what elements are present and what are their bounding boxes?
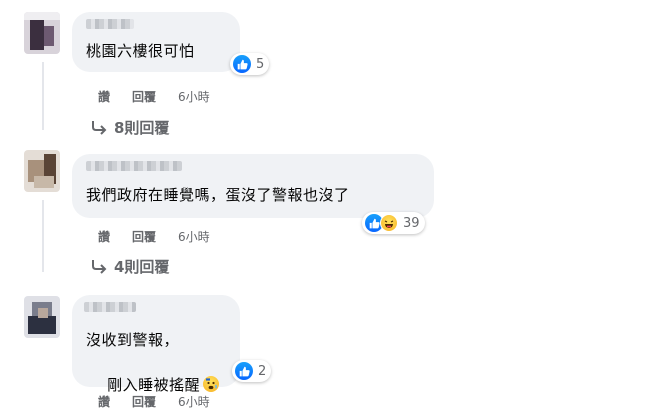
comment-bubble: 我們政府在睡覺嗎，蛋沒了警報也沒了 [72,154,434,218]
reply-arrow-icon [92,259,107,274]
comment-text: 桃園六樓很可怕 [86,42,195,60]
comment-text-line: 沒收到警報， [86,331,180,349]
reply-action[interactable]: 回覆 [132,393,156,410]
like-icon [233,55,251,73]
timestamp[interactable]: 6小時 [178,393,210,410]
view-replies-label: 8則回覆 [114,119,170,137]
reply-action[interactable]: 回覆 [132,228,156,245]
commenter-name-redacted[interactable] [86,19,134,29]
comment-actions: 讚 回覆 6小時 [98,228,210,245]
comment-text-line2: 剛入睡被搖醒 [107,376,201,394]
thread-line [42,62,44,130]
comment-text: 我們政府在睡覺嗎，蛋沒了警報也沒了 [86,186,350,204]
reaction-summary[interactable]: 5 [230,53,270,75]
reaction-count: 39 [403,215,420,231]
comment-actions: 讚 回覆 6小時 [98,393,210,410]
reply-action[interactable]: 回覆 [132,88,156,105]
reaction-summary[interactable]: 39 [362,212,425,234]
thread-line [42,200,44,272]
comment-bubble: 沒收到警報， 剛入睡被搖醒 [72,295,240,394]
like-action[interactable]: 讚 [98,88,110,105]
avatar[interactable] [24,12,60,54]
haha-icon [380,214,398,232]
timestamp[interactable]: 6小時 [178,228,210,245]
view-replies-label: 4則回覆 [114,258,170,276]
comment-bubble: 桃園六樓很可怕 [72,12,240,72]
like-icon [235,362,253,380]
reply-arrow-icon [92,120,107,135]
view-replies-link[interactable]: 8則回覆 [90,117,169,138]
reaction-count: 5 [256,56,265,72]
like-action[interactable]: 讚 [98,393,110,410]
anxious-face-emoji [203,376,220,392]
comment-actions: 讚 回覆 6小時 [98,88,210,105]
reaction-summary[interactable]: 2 [232,360,272,382]
timestamp[interactable]: 6小時 [178,88,210,105]
reaction-count: 2 [258,363,267,379]
commenter-name-redacted[interactable] [84,302,136,312]
view-replies-link[interactable]: 4則回覆 [90,256,169,277]
like-action[interactable]: 讚 [98,228,110,245]
avatar[interactable] [24,150,60,192]
commenter-name-redacted[interactable] [86,161,182,171]
avatar[interactable] [24,296,60,338]
